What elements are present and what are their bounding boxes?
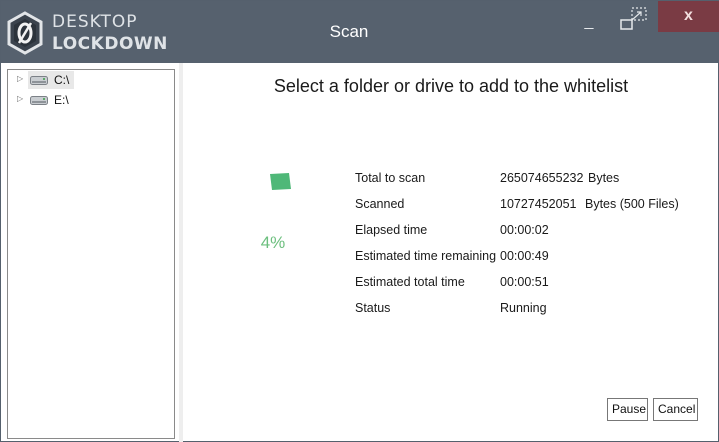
title-bar[interactable]: DESKTOP LOCKDOWN Scan _ x [1,1,719,63]
lock-badge-icon [7,11,43,55]
tree-item-label: C:\ [54,73,70,87]
pause-button[interactable]: Pause [607,398,648,421]
logo-text-line1: DESKTOP [52,12,138,32]
stat-label-elapsed-time: Elapsed time [355,223,428,237]
stat-label-scanned: Scanned [355,197,405,211]
stat-unit-scanned: Bytes (500 Files) [585,197,679,211]
drive-tree[interactable]: ▷ C:\ ▷ E:\ [7,69,175,439]
progress-percent: 4% [260,233,286,252]
tree-item-label: E:\ [54,93,69,107]
stat-label-estimated-time-remaining: Estimated time remaining [355,249,497,263]
tree-item-e-drive[interactable]: ▷ E:\ [8,91,128,109]
stat-value-estimated-total-time: 00:00:51 [500,275,549,289]
app-logo: DESKTOP LOCKDOWN [5,9,167,57]
drive-icon [30,96,48,105]
stat-value-status: Running [500,301,547,315]
window-title: Scan [329,22,369,41]
expand-arrow-icon[interactable]: ▷ [17,94,23,103]
expand-arrow-icon[interactable]: ▷ [17,74,23,83]
close-button[interactable]: x [658,1,719,32]
restore-button[interactable] [619,6,649,32]
tree-item-c-drive[interactable]: ▷ C:\ [8,71,128,89]
stat-value-estimated-time-remaining: 00:00:49 [500,249,549,263]
drive-icon [30,76,48,85]
stat-label-status: Status [355,301,391,315]
progress-ring-segment [270,173,291,190]
stat-label-estimated-total-time: Estimated total time [355,275,465,289]
stat-value-scanned: 10727452051 [500,197,577,211]
logo-text-line2: LOCKDOWN [52,34,168,54]
logo-text: DESKTOP LOCKDOWN [52,11,168,55]
stat-value-total-to-scan: 265074655232 [500,171,584,185]
stat-value-elapsed-time: 00:00:02 [500,223,549,237]
stat-unit-total-to-scan: Bytes [588,171,620,185]
scan-window: DESKTOP LOCKDOWN Scan _ x ▷ C:\ ▷ E:\ Se… [0,0,719,442]
minimize-button[interactable]: _ [579,13,599,33]
restore-icon [620,7,647,30]
page-heading: Select a folder or drive to add to the w… [273,76,629,96]
stat-label-total-to-scan: Total to scan [355,171,426,185]
cancel-button[interactable]: Cancel [653,398,698,421]
panel-splitter[interactable] [179,63,183,442]
